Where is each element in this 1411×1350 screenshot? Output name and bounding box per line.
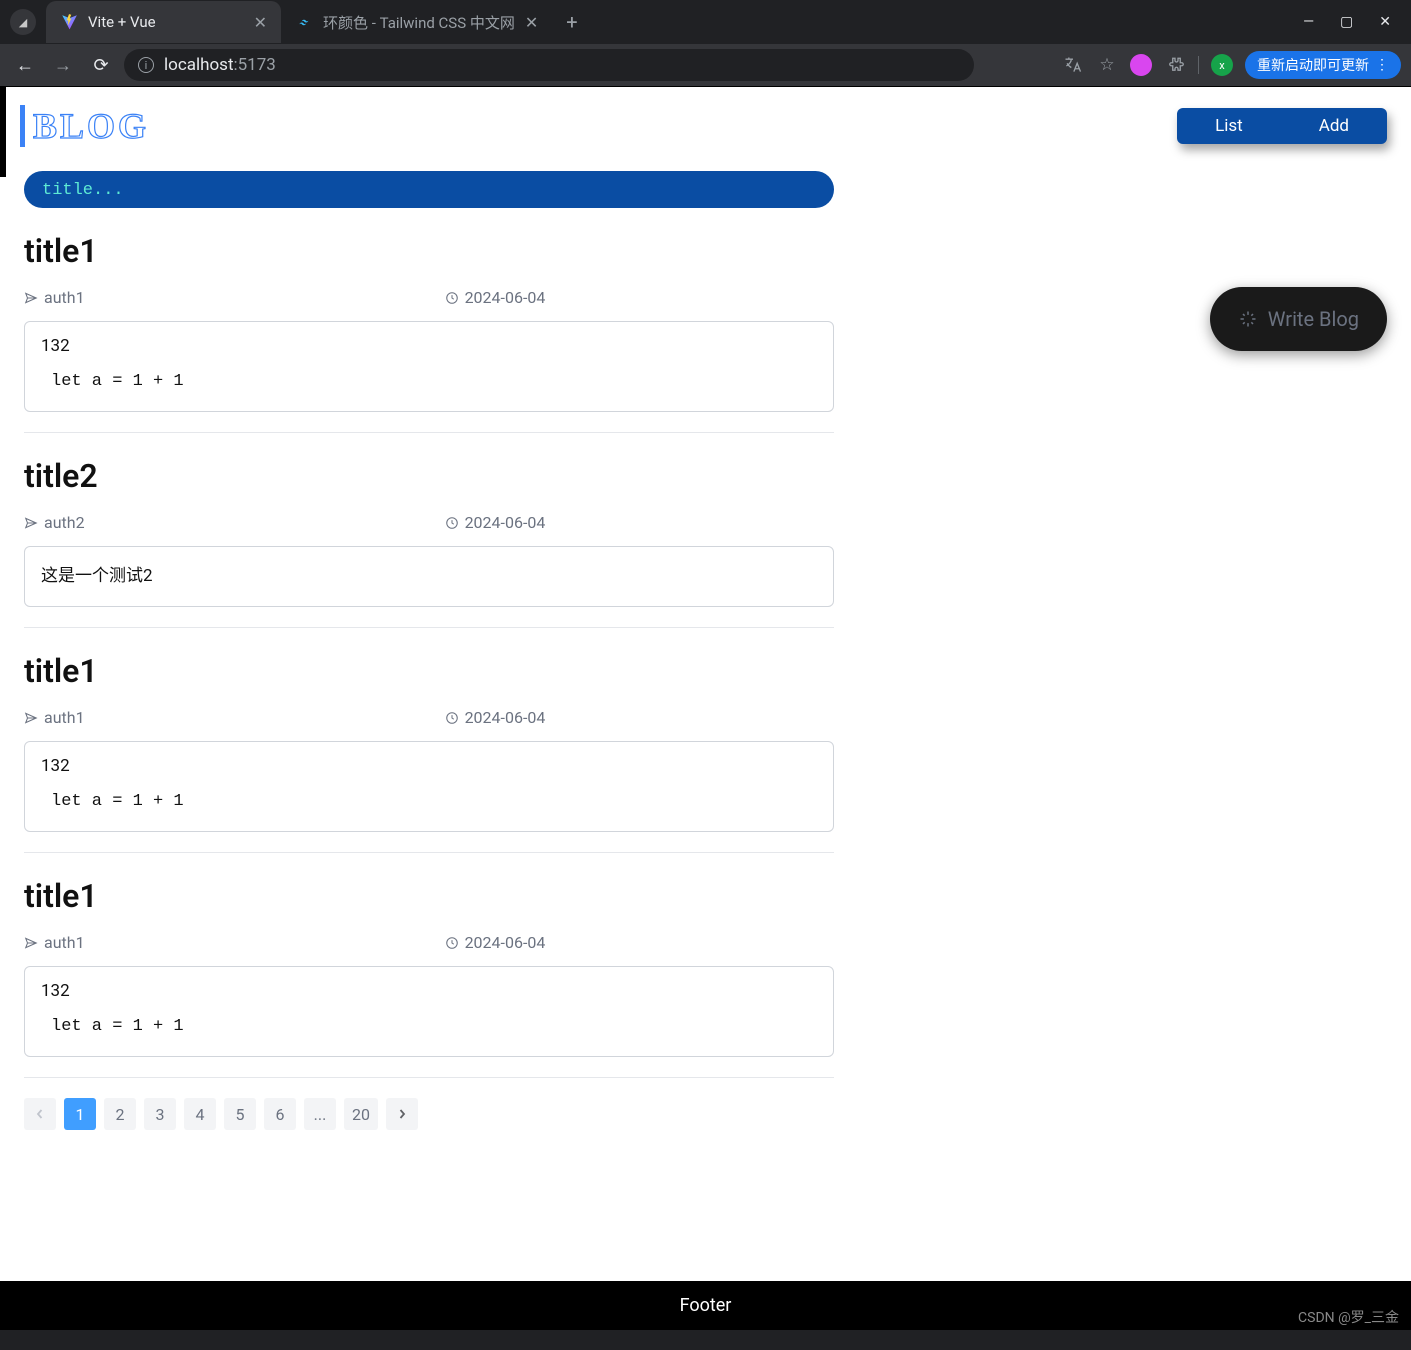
pagination-next[interactable] xyxy=(386,1098,418,1130)
post-code: let a = 1 + 1 xyxy=(51,792,817,811)
kebab-icon: ⋮ xyxy=(1375,57,1389,73)
post-author: auth2 xyxy=(24,513,85,532)
post-item: title1 auth1 2024-06-04 132 let a = 1 + … xyxy=(24,853,834,1078)
new-tab-button[interactable]: + xyxy=(552,10,591,34)
post-date: 2024-06-04 xyxy=(445,933,546,952)
pagination-page[interactable]: 20 xyxy=(344,1098,378,1130)
browser-chrome: ◢ Vite + Vue ✕ 环颜色 - Tailwind CSS 中文网 ✕ … xyxy=(0,0,1411,86)
post-item: title2 auth2 2024-06-04 这是一个测试2 xyxy=(24,433,834,628)
post-date: 2024-06-04 xyxy=(445,513,546,532)
site-info-icon[interactable]: i xyxy=(138,57,154,73)
page-footer: Footer xyxy=(0,1281,1411,1330)
site-logo: BLOG xyxy=(20,105,149,147)
window-controls: — ▢ ✕ xyxy=(1303,14,1411,30)
post-meta: auth1 2024-06-04 xyxy=(24,933,834,952)
close-window-icon[interactable]: ✕ xyxy=(1379,14,1391,30)
post-body: 这是一个测试2 xyxy=(24,546,834,607)
write-blog-label: Write Blog xyxy=(1268,307,1359,331)
page-content: BLOG List Add title1 auth1 2024-06-04 13… xyxy=(0,86,1411,1330)
browser-tab-active[interactable]: Vite + Vue ✕ xyxy=(46,1,281,43)
clock-icon xyxy=(445,291,459,305)
nav-list[interactable]: List xyxy=(1177,108,1281,144)
post-author: auth1 xyxy=(24,288,85,307)
clock-icon xyxy=(445,936,459,950)
translate-icon[interactable] xyxy=(1062,54,1084,76)
clock-icon xyxy=(445,711,459,725)
post-body: 132 let a = 1 + 1 xyxy=(24,741,834,832)
post-title: title1 xyxy=(24,232,834,270)
post-title: title2 xyxy=(24,457,834,495)
divider xyxy=(1198,56,1199,74)
close-icon[interactable]: ✕ xyxy=(254,13,267,32)
post-code: let a = 1 + 1 xyxy=(51,1017,817,1036)
post-item: title1 auth1 2024-06-04 132 let a = 1 + … xyxy=(24,628,834,853)
user-avatar[interactable]: x xyxy=(1211,54,1233,76)
extensions-icon[interactable] xyxy=(1164,54,1186,76)
forward-button[interactable]: → xyxy=(48,50,78,80)
post-text: 这是一个测试2 xyxy=(41,561,817,586)
search-bar xyxy=(24,171,834,208)
tab-search-button[interactable]: ◢ xyxy=(10,9,36,35)
post-title: title1 xyxy=(24,652,834,690)
post-meta: auth1 2024-06-04 xyxy=(24,708,834,727)
maximize-icon[interactable]: ▢ xyxy=(1340,14,1353,30)
profile-avatar[interactable] xyxy=(1130,54,1152,76)
clock-icon xyxy=(445,516,459,530)
post-title: title1 xyxy=(24,877,834,915)
post-date: 2024-06-04 xyxy=(445,288,546,307)
post-author: auth1 xyxy=(24,708,85,727)
post-meta: auth2 2024-06-04 xyxy=(24,513,834,532)
pagination-page[interactable]: 5 xyxy=(224,1098,256,1130)
page-header: BLOG List Add xyxy=(0,87,1411,171)
post-body: 132 let a = 1 + 1 xyxy=(24,321,834,412)
post-code: let a = 1 + 1 xyxy=(51,372,817,391)
post-item: title1 auth1 2024-06-04 132 let a = 1 + … xyxy=(24,208,834,433)
post-meta: auth1 2024-06-04 xyxy=(24,288,834,307)
watermark: CSDN @罗_三金 xyxy=(1298,1307,1399,1327)
pagination: 123456...20 xyxy=(24,1078,834,1142)
pagination-page[interactable]: 4 xyxy=(184,1098,216,1130)
post-text: 132 xyxy=(41,981,817,1001)
send-icon xyxy=(24,711,38,725)
post-text: 132 xyxy=(41,756,817,776)
post-text: 132 xyxy=(41,336,817,356)
pagination-prev[interactable] xyxy=(24,1098,56,1130)
url-input[interactable]: i localhost:5173 xyxy=(124,49,974,81)
pagination-page[interactable]: 3 xyxy=(144,1098,176,1130)
pagination-page[interactable]: 6 xyxy=(264,1098,296,1130)
header-nav: List Add xyxy=(1177,108,1387,144)
send-icon xyxy=(24,291,38,305)
nav-add[interactable]: Add xyxy=(1281,108,1387,144)
post-author: auth1 xyxy=(24,933,85,952)
tailwind-icon xyxy=(295,13,313,31)
pagination-ellipsis[interactable]: ... xyxy=(304,1098,336,1130)
bookmark-icon[interactable]: ☆ xyxy=(1096,54,1118,76)
url-host: localhost xyxy=(164,55,234,75)
pagination-page[interactable]: 1 xyxy=(64,1098,96,1130)
send-icon xyxy=(24,516,38,530)
sparkle-icon xyxy=(1238,309,1258,329)
post-date: 2024-06-04 xyxy=(445,708,546,727)
close-icon[interactable]: ✕ xyxy=(525,13,538,32)
browser-tab[interactable]: 环颜色 - Tailwind CSS 中文网 ✕ xyxy=(281,1,552,43)
address-bar: ← → ⟳ i localhost:5173 ☆ x 重新启动即可更新 ⋮ xyxy=(0,44,1411,86)
minimize-icon[interactable]: — xyxy=(1303,14,1314,30)
post-body: 132 let a = 1 + 1 xyxy=(24,966,834,1057)
send-icon xyxy=(24,936,38,950)
write-blog-button[interactable]: Write Blog xyxy=(1210,287,1387,351)
back-button[interactable]: ← xyxy=(10,50,40,80)
reload-button[interactable]: ⟳ xyxy=(86,50,116,80)
url-port: :5173 xyxy=(234,55,276,75)
tab-title: 环颜色 - Tailwind CSS 中文网 xyxy=(323,12,515,33)
vite-icon xyxy=(60,13,78,31)
tab-title: Vite + Vue xyxy=(88,13,156,31)
relaunch-button[interactable]: 重新启动即可更新 ⋮ xyxy=(1245,51,1401,79)
pagination-page[interactable]: 2 xyxy=(104,1098,136,1130)
tab-strip: ◢ Vite + Vue ✕ 环颜色 - Tailwind CSS 中文网 ✕ … xyxy=(0,0,1411,44)
search-input[interactable] xyxy=(42,181,816,200)
